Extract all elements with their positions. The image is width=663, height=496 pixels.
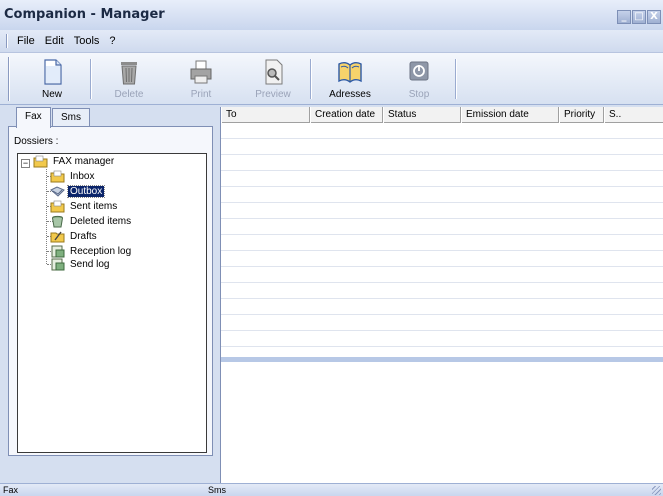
table-row bbox=[221, 330, 663, 331]
adresses-button[interactable]: Adresses bbox=[315, 57, 385, 103]
column-header-to[interactable]: To bbox=[221, 107, 310, 123]
stop-button[interactable]: Stop bbox=[384, 57, 454, 103]
folder-tabs: Fax Sms bbox=[8, 107, 220, 128]
new-document-icon bbox=[44, 59, 62, 85]
trash-icon bbox=[121, 62, 137, 85]
delete-button-label: Delete bbox=[114, 89, 144, 100]
stop-icon bbox=[409, 61, 429, 81]
tree-item-label: FAX manager bbox=[53, 156, 115, 167]
table-row bbox=[221, 298, 663, 299]
tree-item-label: Inbox bbox=[70, 171, 95, 182]
outbox-icon bbox=[50, 186, 65, 197]
folder-icon bbox=[33, 155, 48, 168]
column-header-s[interactable]: S.. bbox=[604, 107, 663, 123]
status-text-sms: Sms bbox=[208, 485, 226, 495]
message-list-panel: To Creation date Status Emission date Pr… bbox=[220, 107, 663, 483]
inbox-icon bbox=[50, 170, 65, 183]
tree-item-label: Drafts bbox=[70, 231, 97, 242]
menu-grip[interactable] bbox=[6, 34, 8, 48]
column-header-status[interactable]: Status bbox=[383, 107, 461, 123]
message-grid[interactable] bbox=[221, 123, 663, 358]
table-row bbox=[221, 314, 663, 315]
printer-icon bbox=[190, 60, 212, 84]
table-row bbox=[221, 282, 663, 283]
tree-item-label: Send log bbox=[70, 259, 110, 270]
tree-item-deleted-items[interactable]: Deleted items bbox=[50, 214, 133, 229]
dossiers-label: Dossiers : bbox=[14, 136, 59, 147]
stop-button-label: Stop bbox=[408, 89, 430, 100]
tree-item-label: Reception log bbox=[70, 246, 132, 257]
sent-items-icon bbox=[50, 200, 65, 213]
menu-help[interactable]: ? bbox=[104, 35, 120, 47]
preview-pane bbox=[221, 362, 663, 483]
resize-grip-icon[interactable] bbox=[652, 486, 661, 495]
close-button[interactable]: X bbox=[647, 10, 661, 24]
title-bar: Companion - Manager _ □ X bbox=[0, 0, 663, 30]
deleted-items-icon bbox=[52, 215, 63, 228]
table-row bbox=[221, 186, 663, 187]
tree-item-fax-manager[interactable]: FAX manager bbox=[33, 154, 116, 169]
toolbar-separator bbox=[455, 59, 457, 99]
column-header-emission-date[interactable]: Emission date bbox=[461, 107, 559, 123]
tab-sms[interactable]: Sms bbox=[52, 108, 90, 127]
menu-edit[interactable]: Edit bbox=[40, 35, 69, 47]
grid-header: To Creation date Status Emission date Pr… bbox=[221, 107, 663, 123]
column-header-creation-date[interactable]: Creation date bbox=[310, 107, 383, 123]
dossiers-panel: Dossiers : − FAX manager Inbox Outbox Se… bbox=[8, 126, 213, 456]
print-button[interactable]: Print bbox=[166, 57, 236, 103]
toolbar-separator bbox=[90, 59, 92, 99]
table-row bbox=[221, 234, 663, 235]
status-text-fax: Fax bbox=[3, 485, 19, 495]
table-row bbox=[221, 154, 663, 155]
print-button-label: Print bbox=[190, 89, 212, 100]
toolbar-grip[interactable] bbox=[8, 57, 10, 101]
tab-fax[interactable]: Fax bbox=[16, 107, 51, 128]
preview-button-label: Preview bbox=[255, 89, 291, 100]
tree-item-label: Outbox bbox=[66, 185, 106, 198]
menu-tools[interactable]: Tools bbox=[69, 35, 105, 47]
drafts-icon bbox=[50, 231, 65, 243]
toolbar: New Delete Print Preview Adresses Stop bbox=[0, 52, 663, 105]
table-row bbox=[221, 250, 663, 251]
table-row bbox=[221, 346, 663, 347]
maximize-button[interactable]: □ bbox=[632, 10, 646, 24]
address-book-icon bbox=[338, 62, 362, 83]
minimize-button[interactable]: _ bbox=[617, 10, 631, 24]
send-log-icon bbox=[51, 258, 65, 271]
tree-connector bbox=[46, 169, 47, 264]
tree-item-drafts[interactable]: Drafts bbox=[50, 229, 99, 244]
toolbar-separator bbox=[310, 59, 312, 99]
window-title: Companion - Manager bbox=[4, 7, 165, 22]
folder-tree[interactable]: − FAX manager Inbox Outbox Sent items De… bbox=[17, 153, 207, 453]
tree-item-outbox[interactable]: Outbox bbox=[50, 184, 106, 199]
new-button[interactable]: New bbox=[17, 57, 87, 103]
tree-collapse-toggle[interactable]: − bbox=[21, 159, 30, 168]
preview-button[interactable]: Preview bbox=[238, 57, 308, 103]
table-row bbox=[221, 266, 663, 267]
menu-bar: File Edit Tools ? bbox=[0, 30, 663, 52]
new-button-label: New bbox=[41, 89, 62, 100]
table-row bbox=[221, 202, 663, 203]
adresses-button-label: Adresses bbox=[329, 89, 371, 100]
table-row bbox=[221, 218, 663, 219]
delete-button[interactable]: Delete bbox=[94, 57, 164, 103]
table-row bbox=[221, 138, 663, 139]
tree-item-sent-items[interactable]: Sent items bbox=[50, 199, 119, 214]
menu-file[interactable]: File bbox=[12, 35, 40, 47]
column-header-priority[interactable]: Priority bbox=[559, 107, 604, 123]
table-row bbox=[221, 170, 663, 171]
tree-item-inbox[interactable]: Inbox bbox=[50, 169, 96, 184]
preview-icon bbox=[265, 59, 283, 85]
tree-item-label: Deleted items bbox=[70, 216, 132, 227]
status-bar: Fax Sms bbox=[0, 483, 663, 496]
window-controls: _ □ X bbox=[617, 10, 661, 24]
tree-item-label: Sent items bbox=[70, 201, 118, 212]
tree-item-send-log[interactable]: Send log bbox=[50, 257, 111, 272]
